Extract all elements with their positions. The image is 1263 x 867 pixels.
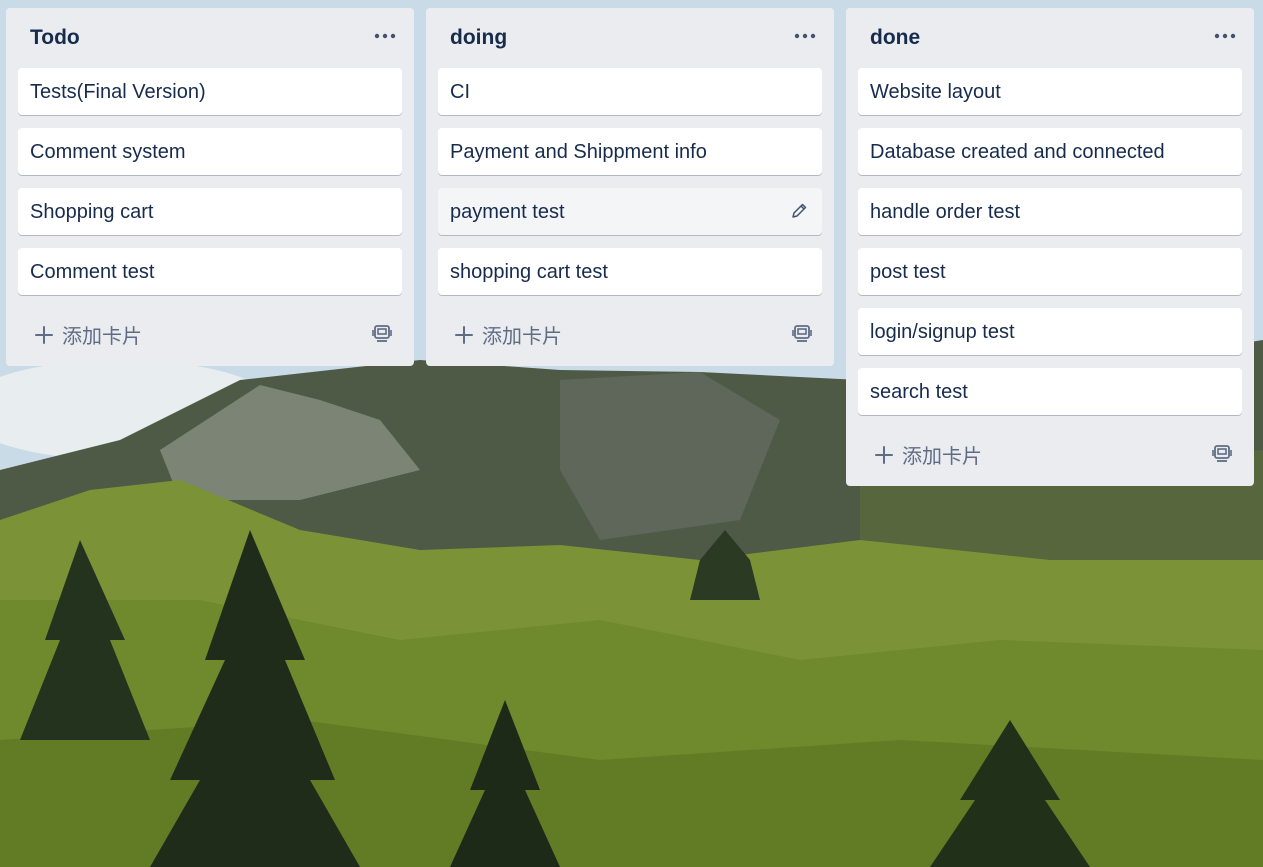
card[interactable]: login/signup test (858, 308, 1242, 355)
add-card-label: 添加卡片 (62, 326, 142, 348)
list-title[interactable]: done (870, 26, 920, 50)
card[interactable]: Comment system (18, 128, 402, 175)
list-todo: Todo Tests(Final Version) Comment system… (6, 8, 414, 366)
card[interactable]: Payment and Shippment info (438, 128, 822, 175)
card-hovered[interactable]: payment test (438, 188, 822, 235)
add-card-button[interactable]: 添加卡片 (34, 320, 142, 349)
card-label: payment test (450, 201, 565, 223)
card-template-icon[interactable] (1212, 443, 1232, 463)
plus-icon (35, 325, 53, 344)
card[interactable]: Database created and connected (858, 128, 1242, 175)
card[interactable]: handle order test (858, 188, 1242, 235)
more-horizontal-icon[interactable] (1214, 30, 1236, 42)
list-header: done (846, 8, 1254, 68)
more-horizontal-icon[interactable] (794, 30, 816, 42)
list-footer: 添加卡片 (846, 428, 1254, 478)
card[interactable]: CI (438, 68, 822, 115)
list-header: doing (426, 8, 834, 68)
card-list: Tests(Final Version) Comment system Shop… (6, 68, 414, 295)
list-title[interactable]: doing (450, 26, 507, 50)
add-card-label: 添加卡片 (902, 446, 982, 468)
more-horizontal-icon[interactable] (374, 30, 396, 42)
card[interactable]: Shopping cart (18, 188, 402, 235)
add-card-button[interactable]: 添加卡片 (874, 440, 982, 469)
card-template-icon[interactable] (372, 323, 392, 343)
card[interactable]: Comment test (18, 248, 402, 295)
card[interactable]: search test (858, 368, 1242, 415)
add-card-button[interactable]: 添加卡片 (454, 320, 562, 349)
list-footer: 添加卡片 (6, 308, 414, 358)
card-list: Website layout Database created and conn… (846, 68, 1254, 415)
plus-icon (875, 445, 893, 464)
list-title[interactable]: Todo (30, 26, 80, 50)
add-card-label: 添加卡片 (482, 326, 562, 348)
card-template-icon[interactable] (792, 323, 812, 343)
list-done: done Website layout Database created and… (846, 8, 1254, 486)
board: Todo Tests(Final Version) Comment system… (0, 0, 1263, 867)
card[interactable]: post test (858, 248, 1242, 295)
list-header: Todo (6, 8, 414, 68)
card[interactable]: Website layout (858, 68, 1242, 115)
card-list: CI Payment and Shippment info payment te… (426, 68, 834, 295)
list-doing: doing CI Payment and Shippment info paym… (426, 8, 834, 366)
pencil-icon[interactable] (790, 202, 808, 220)
card[interactable]: Tests(Final Version) (18, 68, 402, 115)
plus-icon (455, 325, 473, 344)
card[interactable]: shopping cart test (438, 248, 822, 295)
list-footer: 添加卡片 (426, 308, 834, 358)
